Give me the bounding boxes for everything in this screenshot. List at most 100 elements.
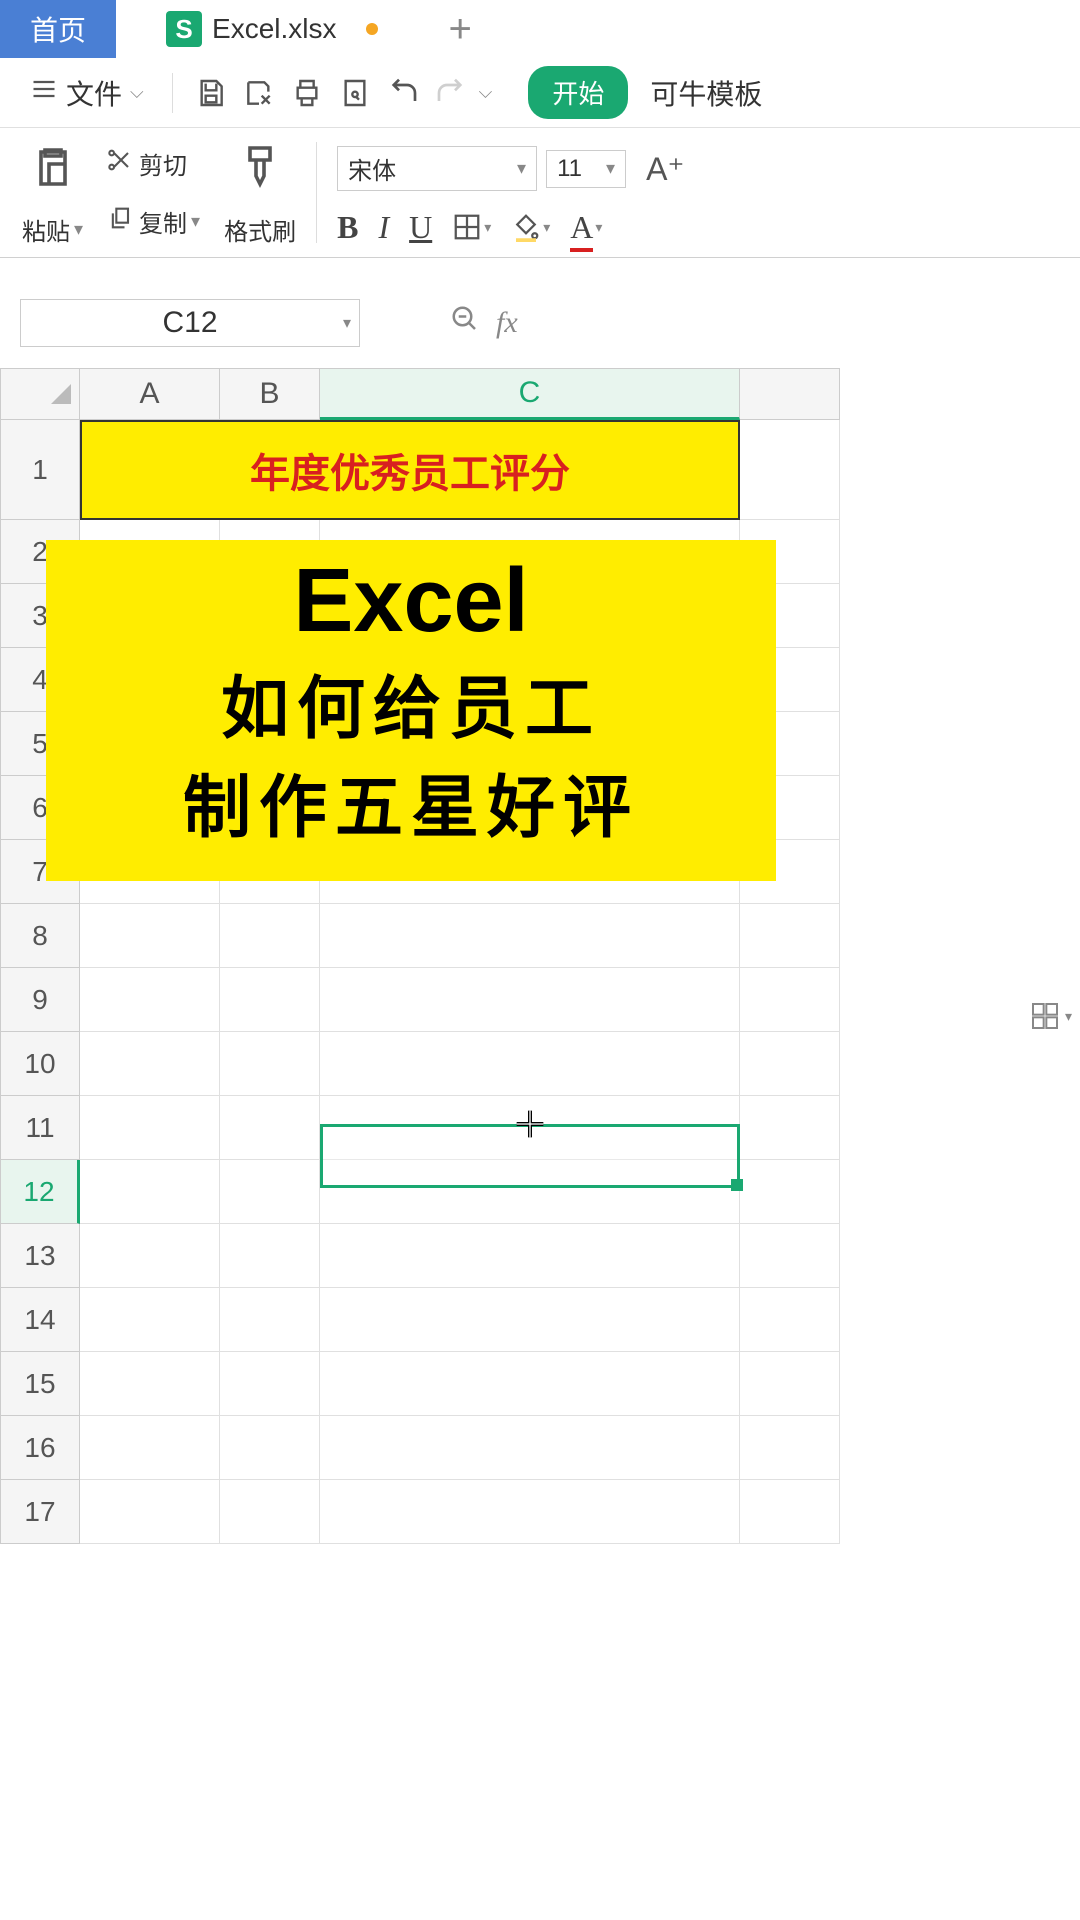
banner-line3: 制作五星好评 [183, 752, 639, 851]
cell-C10[interactable] [320, 1032, 740, 1096]
cell-C13[interactable] [320, 1224, 740, 1288]
cell-A9[interactable] [80, 968, 220, 1032]
excel-file-icon: S [166, 11, 202, 47]
new-tab-button[interactable]: + [448, 7, 471, 52]
cell-B12[interactable] [220, 1160, 320, 1224]
cut-button[interactable]: 剪切 [107, 146, 200, 181]
cell-A8[interactable] [80, 904, 220, 968]
cell-D1[interactable] [740, 420, 840, 520]
template-tab[interactable]: 可牛模板 [636, 73, 776, 113]
italic-button[interactable]: I [378, 209, 389, 246]
title-merged-cell[interactable]: 年度优秀员工评分 [80, 420, 740, 520]
row-header-9[interactable]: 9 [0, 968, 80, 1032]
cell-C17[interactable] [320, 1480, 740, 1544]
copy-button[interactable]: 复制▾ [107, 204, 200, 239]
cell-D11[interactable] [740, 1096, 840, 1160]
row-header-8[interactable]: 8 [0, 904, 80, 968]
cell-C15[interactable] [320, 1352, 740, 1416]
overlay-banner: Excel 如何给员工 制作五星好评 [46, 540, 776, 881]
column-header-A[interactable]: A [80, 368, 220, 420]
row-header-1[interactable]: 1 [0, 420, 80, 520]
cell-D8[interactable] [740, 904, 840, 968]
select-all-corner[interactable] [0, 368, 80, 420]
row-header-17[interactable]: 17 [0, 1480, 80, 1544]
file-menu[interactable]: 文件 ⌵ [20, 73, 154, 113]
paste-group[interactable]: 粘贴▾ [12, 134, 93, 251]
row-header-14[interactable]: 14 [0, 1288, 80, 1352]
format-painter-button[interactable]: 格式刷 [214, 134, 306, 251]
row-header-12[interactable]: 12 [0, 1160, 80, 1224]
cell-C16[interactable] [320, 1416, 740, 1480]
cell-B9[interactable] [220, 968, 320, 1032]
border-button[interactable]: ▾ [452, 212, 491, 242]
preview-icon[interactable] [335, 73, 375, 113]
undo-icon[interactable] [383, 73, 423, 113]
cell-A11[interactable] [80, 1096, 220, 1160]
cell-D13[interactable] [740, 1224, 840, 1288]
side-tool[interactable]: ▾ [1029, 1000, 1072, 1032]
column-header-B[interactable]: B [220, 368, 320, 420]
tab-bar: 首页 S Excel.xlsx + [0, 0, 1080, 58]
cell-D17[interactable] [740, 1480, 840, 1544]
cell-C14[interactable] [320, 1288, 740, 1352]
hamburger-icon [30, 75, 58, 110]
chevron-down-icon: ▾ [343, 313, 351, 333]
tab-filename: Excel.xlsx [212, 13, 336, 45]
cell-B16[interactable] [220, 1416, 320, 1480]
namebox-row: C12 ▾ fx [0, 288, 1080, 358]
selection-handle[interactable] [731, 1179, 743, 1191]
cell-A13[interactable] [80, 1224, 220, 1288]
cell-D10[interactable] [740, 1032, 840, 1096]
tab-home[interactable]: 首页 [0, 0, 116, 58]
cell-B8[interactable] [220, 904, 320, 968]
save-icon[interactable] [191, 73, 231, 113]
banner-line1: Excel [293, 550, 528, 653]
row-header-15[interactable]: 15 [0, 1352, 80, 1416]
zoom-out-icon[interactable] [450, 304, 480, 342]
font-name-select[interactable]: 宋体▾ [337, 146, 537, 191]
cell-B10[interactable] [220, 1032, 320, 1096]
redo-icon[interactable] [431, 73, 471, 113]
tab-file[interactable]: S Excel.xlsx [146, 11, 398, 47]
chevron-down-icon: ⌵ [130, 82, 144, 103]
cell-D14[interactable] [740, 1288, 840, 1352]
cell-A16[interactable] [80, 1416, 220, 1480]
row-header-11[interactable]: 11 [0, 1096, 80, 1160]
cell-B14[interactable] [220, 1288, 320, 1352]
font-size-select[interactable]: 11▾ [546, 150, 626, 188]
cell-A15[interactable] [80, 1352, 220, 1416]
cell-A12[interactable] [80, 1160, 220, 1224]
start-tab[interactable]: 开始 [528, 66, 628, 119]
column-header-D[interactable] [740, 368, 840, 420]
cell-C9[interactable] [320, 968, 740, 1032]
cell-B15[interactable] [220, 1352, 320, 1416]
increase-font-icon[interactable]: A⁺ [646, 150, 684, 188]
row-header-16[interactable]: 16 [0, 1416, 80, 1480]
row-header-13[interactable]: 13 [0, 1224, 80, 1288]
save-as-icon[interactable] [239, 73, 279, 113]
fill-color-button[interactable]: ▾ [511, 212, 550, 242]
bold-button[interactable]: B [337, 209, 358, 246]
cell-D9[interactable] [740, 968, 840, 1032]
cell-B13[interactable] [220, 1224, 320, 1288]
name-box[interactable]: C12 ▾ [20, 299, 360, 347]
column-header-C[interactable]: C [320, 368, 740, 420]
cell-D16[interactable] [740, 1416, 840, 1480]
font-color-button[interactable]: A ▾ [570, 209, 602, 246]
scissors-icon [107, 146, 135, 181]
print-icon[interactable] [287, 73, 327, 113]
toolbar-more-icon[interactable]: ⌵ [479, 82, 493, 103]
cell-A14[interactable] [80, 1288, 220, 1352]
ribbon: 粘贴▾ 剪切 复制▾ 格式刷 宋体▾ 11▾ A⁺ [0, 128, 1080, 258]
brush-icon [232, 138, 288, 194]
fx-label[interactable]: fx [496, 306, 518, 340]
cell-A17[interactable] [80, 1480, 220, 1544]
row-header-10[interactable]: 10 [0, 1032, 80, 1096]
cell-A10[interactable] [80, 1032, 220, 1096]
underline-button[interactable]: U [409, 209, 432, 246]
cell-B11[interactable] [220, 1096, 320, 1160]
cell-C8[interactable] [320, 904, 740, 968]
cell-D12[interactable] [740, 1160, 840, 1224]
cell-D15[interactable] [740, 1352, 840, 1416]
cell-B17[interactable] [220, 1480, 320, 1544]
